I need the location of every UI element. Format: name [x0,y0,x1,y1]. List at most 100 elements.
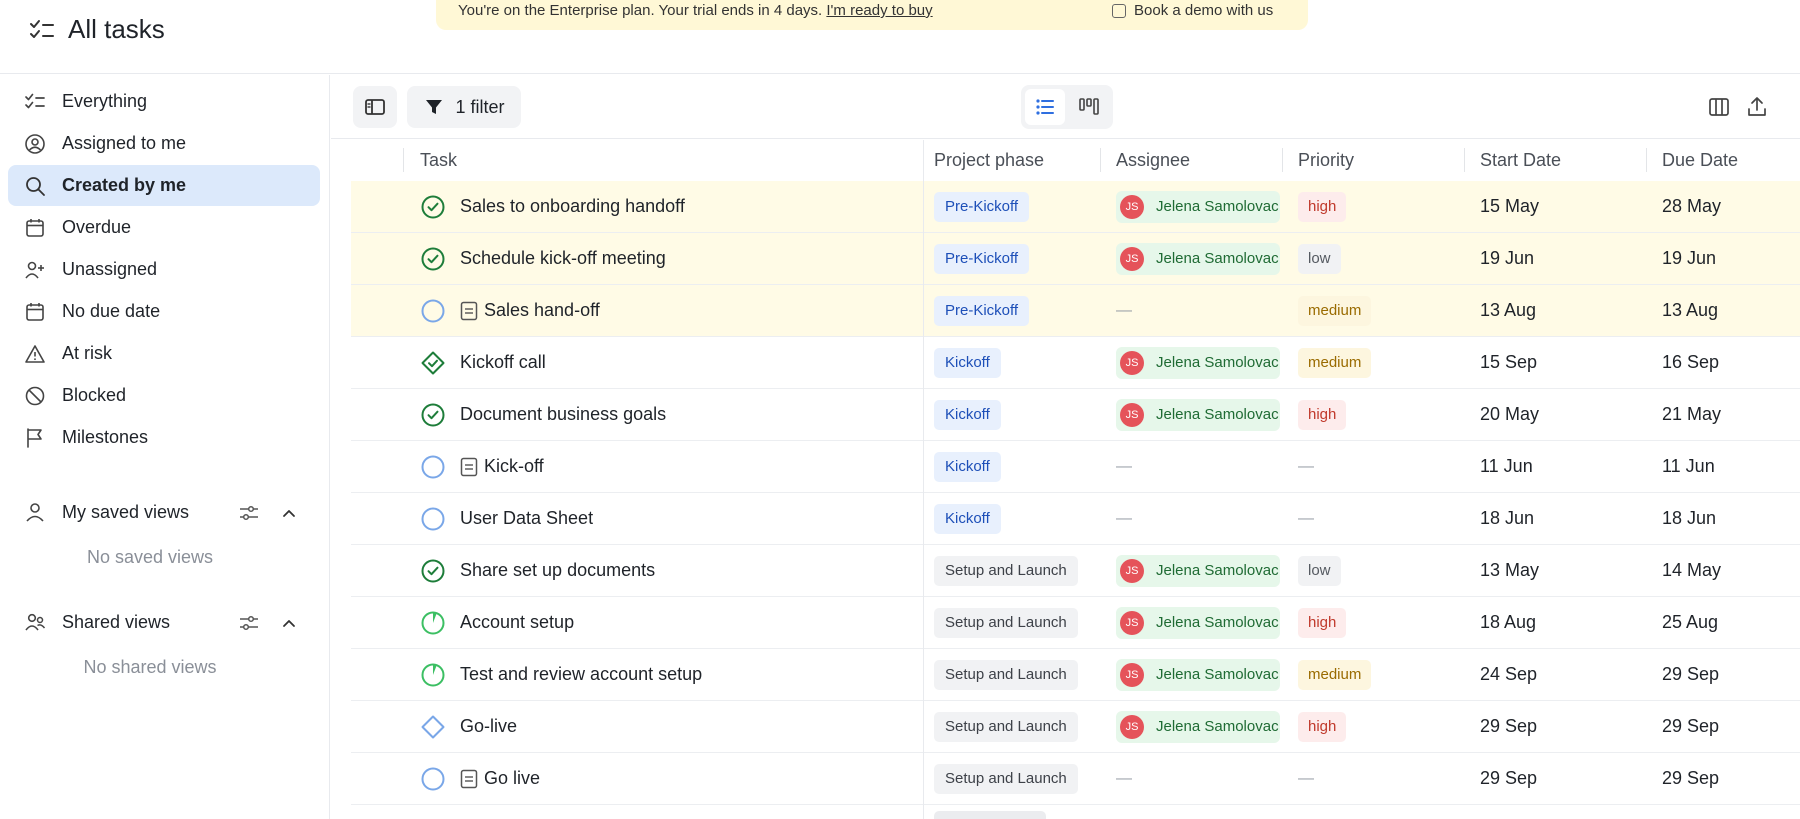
phase-tag[interactable]: Kickoff [934,503,1001,534]
priority-badge[interactable]: high [1298,191,1347,222]
priority-cell[interactable]: high [1298,597,1458,648]
phase-tag[interactable]: Kickoff [934,399,1001,430]
open-circle-icon[interactable] [420,506,446,532]
sidebar-item-everything[interactable]: Everything [8,81,320,122]
assignee-cell[interactable]: JS Jelena Samolovac [1116,181,1282,232]
start-date-cell[interactable]: 18 Aug [1480,597,1640,648]
assignee-chip[interactable]: JS Jelena Samolovac [1116,710,1280,743]
task-cell[interactable]: Go-live [420,701,915,752]
section-saved-views[interactable]: My saved views [8,492,320,532]
phase-tag[interactable]: Setup and Launch [934,711,1078,742]
start-date-cell[interactable]: 29 Sep [1480,701,1640,752]
column-header-assignee[interactable]: Assignee [1116,140,1190,180]
task-cell[interactable]: Kickoff call [420,337,915,388]
column-header-start-date[interactable]: Start Date [1480,140,1561,180]
task-cell[interactable]: Test and review account setup [420,649,915,700]
sidebar-item-milestones[interactable]: Milestones [8,417,320,458]
assignee-chip[interactable]: JS Jelena Samolovac [1116,398,1280,431]
table-row[interactable]: Go live Setup and Launch — — 29 Sep 29 Sep [351,753,1800,805]
column-header-due-date[interactable]: Due Date [1662,140,1738,180]
assignee-cell[interactable]: JS Jelena Samolovac [1116,649,1282,700]
priority-badge[interactable]: low [1298,555,1341,586]
phase-tag[interactable]: Kickoff [934,451,1001,482]
check-circle-icon[interactable] [420,558,446,584]
phase-tag[interactable]: Setup and Launch [934,607,1078,638]
columns-icon[interactable] [1707,95,1731,119]
assignee-chip[interactable]: JS Jelena Samolovac [1116,190,1280,223]
task-cell[interactable]: Kick-off [420,441,915,492]
phase-tag[interactable]: Setup and Launch [934,555,1078,586]
start-date-cell[interactable]: 13 May [1480,545,1640,596]
phase-tag[interactable]: Pre-Kickoff [934,295,1030,326]
assignee-chip[interactable]: JS Jelena Samolovac [1116,606,1280,639]
assignee-cell[interactable]: JS Jelena Samolovac [1116,597,1282,648]
priority-cell[interactable]: high [1298,701,1458,752]
column-header-priority[interactable]: Priority [1298,140,1354,180]
task-cell[interactable]: Go live [420,753,915,804]
priority-cell[interactable]: — [1298,753,1458,804]
start-date-cell[interactable]: 13 Aug [1480,285,1640,336]
priority-badge[interactable]: medium [1298,659,1372,690]
priority-badge[interactable]: medium [1298,295,1372,326]
section-shared-views[interactable]: Shared views [8,602,320,642]
phase-tag[interactable]: Pre-Kickoff [934,243,1030,274]
task-cell[interactable]: Share set up documents [420,545,915,596]
assignee-cell[interactable]: JS Jelena Samolovac [1116,545,1282,596]
phase-tag[interactable]: Kickoff [934,347,1001,378]
progress-circle-icon[interactable] [420,610,446,636]
priority-cell[interactable]: high [1298,389,1458,440]
sidebar-item-unassigned[interactable]: Unassigned [8,249,320,290]
assignee-cell[interactable]: — [1116,285,1282,336]
export-icon[interactable] [1745,95,1769,119]
priority-cell[interactable]: medium [1298,649,1458,700]
priority-badge[interactable]: high [1298,399,1347,430]
sidebar-item-blocked[interactable]: Blocked [8,375,320,416]
milestone-icon[interactable] [420,714,446,740]
milestone-check-icon[interactable] [420,350,446,376]
task-cell[interactable]: Schedule kick-off meeting [420,233,915,284]
due-date-cell[interactable]: 21 May [1662,389,1800,440]
sidebar-item-created-by-me[interactable]: Created by me [8,165,320,206]
filter-button[interactable]: 1 filter [407,86,521,128]
open-circle-icon[interactable] [420,454,446,480]
open-circle-icon[interactable] [420,298,446,324]
check-circle-icon[interactable] [420,402,446,428]
due-date-cell[interactable]: 28 May [1662,181,1800,232]
sliders-icon[interactable] [238,502,260,524]
table-row[interactable]: Account setup Setup and Launch JS Jelena Sa… [351,597,1800,649]
start-date-cell[interactable]: 15 May [1480,181,1640,232]
due-date-cell[interactable]: 29 Sep [1662,753,1800,804]
start-date-cell[interactable]: 19 Jun [1480,233,1640,284]
priority-badge[interactable]: high [1298,711,1347,742]
column-header-task[interactable]: Task [420,140,457,180]
start-date-cell[interactable]: 29 Sep [1480,753,1640,804]
due-date-cell[interactable]: 18 Jun [1662,493,1800,544]
due-date-cell[interactable]: 25 Aug [1662,597,1800,648]
task-cell[interactable]: Document business goals [420,389,915,440]
progress-circle-icon[interactable] [420,662,446,688]
due-date-cell[interactable]: 29 Sep [1662,701,1800,752]
priority-cell[interactable]: low [1298,545,1458,596]
phase-tag[interactable]: Pre-Kickoff [934,191,1030,222]
check-circle-icon[interactable] [420,194,446,220]
assignee-cell[interactable]: — [1116,441,1282,492]
start-date-cell[interactable]: 11 Jun [1480,441,1640,492]
table-row[interactable]: Kick-off Kickoff — — 11 Jun 11 Jun [351,441,1800,493]
due-date-cell[interactable]: 16 Sep [1662,337,1800,388]
table-row[interactable]: Test and review account setup Setup and L… [351,649,1800,701]
assignee-chip[interactable]: JS Jelena Samolovac [1116,554,1280,587]
table-row[interactable]: Share set up documents Setup and Launch JS… [351,545,1800,597]
start-date-cell[interactable]: 20 May [1480,389,1640,440]
table-row[interactable]: Schedule kick-off meeting Pre-Kickoff JS Je… [351,233,1800,285]
board-view-button[interactable] [1069,89,1109,125]
phase-tag[interactable]: Setup and Launch [934,763,1078,794]
sidebar-item-overdue[interactable]: Overdue [8,207,320,248]
start-date-cell[interactable]: 15 Sep [1480,337,1640,388]
assignee-cell[interactable]: — [1116,493,1282,544]
due-date-cell[interactable]: 13 Aug [1662,285,1800,336]
assignee-chip[interactable]: JS Jelena Samolovac [1116,242,1280,275]
toggle-sidebar-button[interactable] [353,86,397,128]
list-view-button[interactable] [1025,89,1065,125]
start-date-cell[interactable]: 18 Jun [1480,493,1640,544]
assignee-cell[interactable]: JS Jelena Samolovac [1116,701,1282,752]
